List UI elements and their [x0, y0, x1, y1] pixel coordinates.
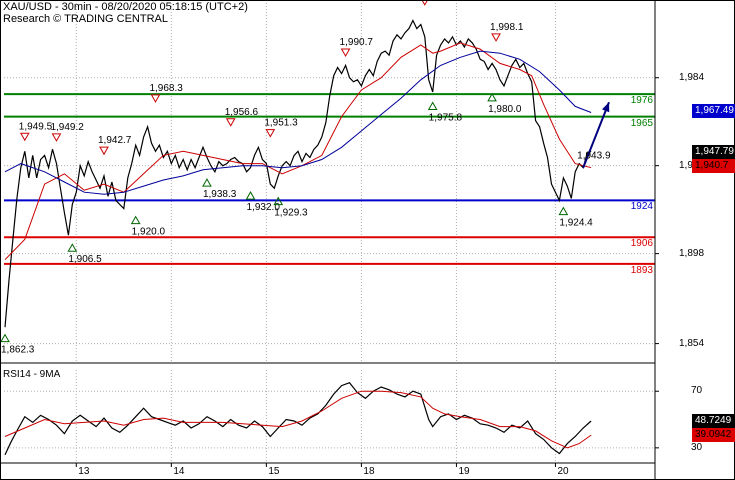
annotation-layer: 1,862.3 1,949.51,949.2 1,906.5 1,942.7 1,920…	[0, 0, 611, 356]
x-tick-label: 19	[458, 466, 470, 477]
grid-lines	[4, 0, 655, 462]
price-tag-194779: 1,947.79	[692, 144, 735, 159]
annotation-19320-marker	[245, 191, 256, 200]
annotation-18623-marker	[0, 333, 10, 343]
forecast-arrow-head	[601, 102, 610, 113]
y-tick-label: 1,898	[679, 247, 705, 259]
x-tick-label: 14	[173, 466, 185, 477]
annotation-19566-marker	[225, 118, 236, 127]
series-line-rsi14	[4, 381, 592, 456]
annotation-19383-label: 1,938.3	[203, 189, 237, 200]
x-tick-label: 20	[557, 466, 569, 477]
annotation-19566-label: 1,956.6	[225, 107, 259, 118]
annotation-19383-marker	[202, 178, 212, 187]
annotation-19244-marker	[558, 206, 569, 216]
level-label-1924: 1924	[630, 201, 653, 213]
price-tag-196749: 1,967.49	[692, 104, 735, 119]
level-label-1976: 1976	[630, 95, 653, 107]
price-tag-19407: 1,940.7	[692, 159, 735, 174]
rsi-tag-390942: 39.0942	[692, 427, 735, 442]
annotation-19758-marker	[427, 101, 438, 110]
x-tick-label: 13	[78, 466, 90, 477]
annotation-19683-marker	[150, 94, 161, 103]
x-tick-label: 18	[363, 466, 375, 477]
chart-title: XAU/USD - 30min - 08/20/2020 05:18:15 (U…	[3, 1, 248, 13]
y-tick-label: 1,984	[679, 71, 705, 83]
annotation-19439-label: 1,943.9	[577, 151, 611, 162]
annotation-19427-label: 1,942.7	[98, 135, 132, 146]
annotation-19683-label: 1,968.3	[149, 83, 183, 94]
annotation-19492-marker	[51, 133, 62, 142]
y-tick-label: 1,854	[679, 337, 705, 349]
level-label-1906: 1906	[630, 238, 653, 250]
annotation-19200-marker	[130, 215, 141, 225]
level-lines	[4, 93, 655, 265]
annotation-19513-label: 1,951.3	[264, 118, 298, 129]
annotation-19200-label: 1,920.0	[132, 227, 166, 238]
annotation-19907-label: 1,990.7	[340, 37, 374, 48]
annotation-18623-label: 1,862.3	[1, 345, 35, 356]
rsi-tag-487249: 48.7249	[692, 414, 735, 429]
annotation-19800-label: 1,980.0	[488, 104, 522, 115]
rsi-tick-label: 70	[691, 385, 703, 397]
series-line-rsi-ma9	[4, 390, 592, 449]
annotation-19492-label: 1,949.2	[50, 122, 84, 133]
annotation-19065-label: 1,906.5	[68, 254, 102, 265]
annotation-19758-label: 1,975.8	[429, 112, 463, 123]
rsi-tick-label: 30	[691, 441, 703, 453]
series-line-xau-usd	[4, 19, 592, 328]
annotation-19427-marker	[99, 146, 109, 156]
x-tick-label: 15	[268, 466, 280, 477]
annotation-19293-label: 1,929.3	[274, 208, 308, 219]
chart-source: Research © TRADING CENTRAL	[3, 13, 168, 25]
annotation-19495-label: 1,949.5	[19, 121, 53, 132]
annotation-19065-marker	[67, 243, 78, 252]
rsi-title: RSI14 - 9MA	[3, 369, 61, 380]
annotation-19513-marker	[265, 129, 276, 138]
annotation-19981-marker	[491, 33, 501, 42]
level-label-1965: 1965	[630, 117, 653, 129]
annotation-19981-label: 1,998.1	[490, 22, 524, 33]
annotation-19495-marker	[19, 132, 30, 142]
level-label-1893: 1893	[630, 264, 653, 276]
annotation-19907-marker	[340, 48, 351, 58]
annotation-19244-label: 1,924.4	[559, 218, 593, 229]
